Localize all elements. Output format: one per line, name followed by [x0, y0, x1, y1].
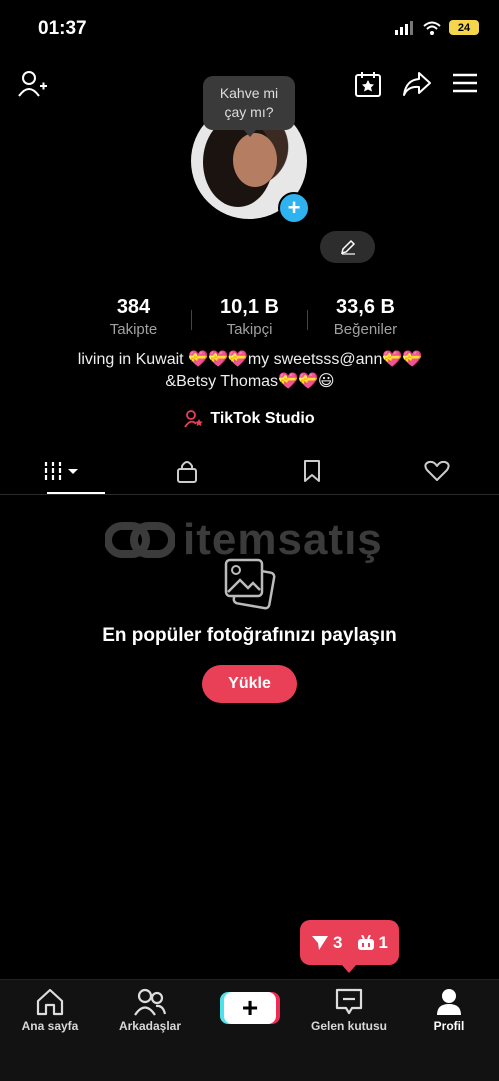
- stat-label: Beğeniler: [333, 321, 398, 338]
- stat-label: Takipçi: [226, 321, 273, 338]
- calendar-star-button[interactable]: [354, 70, 382, 98]
- add-story-button[interactable]: +: [278, 192, 310, 224]
- bot-notification: 1: [357, 933, 388, 953]
- home-icon: [36, 988, 64, 1016]
- messages-count: 3: [333, 932, 343, 952]
- profile-bio[interactable]: living in Kuwait 💝💝💝my sweetsss@ann💝💝 &B…: [30, 349, 470, 393]
- nav-label: Arkadaşlar: [118, 1019, 182, 1033]
- send-icon: [312, 935, 329, 950]
- tooltip-line1: Kahve mi: [219, 85, 279, 101]
- avatar-face: [233, 133, 277, 187]
- grid-dropdown-icon: [44, 462, 79, 480]
- studio-label: TikTok Studio: [210, 410, 315, 427]
- calendar-star-icon: [355, 72, 381, 97]
- bio-line2: &Betsy Thomas💝💝😃: [165, 373, 335, 390]
- tab-liked[interactable]: [374, 448, 499, 494]
- bio-line1: living in Kuwait 💝💝💝my sweetsss@ann💝💝: [77, 351, 423, 368]
- profile-tooltip[interactable]: Kahve mi çay mı?: [203, 76, 295, 137]
- status-icons: 24: [395, 20, 479, 35]
- tiktok-studio-link[interactable]: TikTok Studio: [0, 410, 499, 428]
- stat-followers[interactable]: 10,1 B Takipçi: [192, 296, 307, 338]
- inbox-icon: [335, 988, 363, 1015]
- nav-label: Ana sayfa: [21, 1019, 79, 1033]
- hamburger-icon: [453, 73, 477, 93]
- plus-icon: +: [287, 195, 301, 220]
- inbox-notification-bubble[interactable]: 3 1: [300, 920, 399, 973]
- pencil-icon: [340, 239, 355, 255]
- bottom-nav: Ana sayfa Arkadaşlar + Gelen kutusu Prof…: [0, 979, 499, 1081]
- nav-friends[interactable]: Arkadaşlar: [100, 988, 200, 1033]
- profile-icon: [437, 989, 461, 1015]
- share-icon: [403, 72, 431, 96]
- signal-icon: [395, 20, 413, 35]
- tabs-divider: [0, 494, 499, 495]
- stat-value: 10,1 B: [220, 296, 279, 318]
- battery-indicator: 24: [449, 20, 479, 35]
- watermark-logo-icon: [105, 522, 175, 558]
- stat-following[interactable]: 384 Takipte: [76, 296, 191, 338]
- nav-profile[interactable]: Profil: [399, 988, 499, 1033]
- menu-button[interactable]: [452, 72, 478, 94]
- status-time: 01:37: [38, 18, 87, 39]
- share-button[interactable]: [402, 70, 432, 98]
- robot-icon: [357, 934, 374, 950]
- tab-saved[interactable]: [250, 448, 375, 494]
- user-star-icon: [184, 410, 204, 428]
- profile-stats: 384 Takipte 10,1 B Takipçi 33,6 B Beğeni…: [0, 296, 499, 338]
- lock-icon: [177, 461, 198, 483]
- bot-count: 1: [378, 932, 388, 952]
- stat-label: Takipte: [109, 321, 158, 338]
- add-friend-button[interactable]: [18, 70, 48, 98]
- photo-placeholder: [222, 556, 278, 610]
- nav-inbox[interactable]: Gelen kutusu: [299, 988, 399, 1033]
- create-icon: +: [241, 992, 259, 1023]
- tab-private[interactable]: [125, 448, 250, 494]
- photos-icon: [224, 558, 276, 610]
- nav-home[interactable]: Ana sayfa: [0, 988, 100, 1033]
- edit-profile-button[interactable]: [320, 231, 375, 263]
- messages-notification: 3: [311, 932, 343, 953]
- create-button[interactable]: +: [224, 992, 276, 1024]
- username-masked: [190, 238, 310, 268]
- upload-button[interactable]: Yükle: [202, 665, 297, 703]
- nav-label: Profil: [433, 1019, 465, 1033]
- nav-label: Gelen kutusu: [310, 1019, 387, 1033]
- stat-value: 384: [116, 296, 151, 318]
- stat-likes[interactable]: 33,6 B Beğeniler: [308, 296, 423, 338]
- friends-icon: [134, 988, 166, 1016]
- tab-videos[interactable]: [0, 448, 125, 494]
- content-tabs: [0, 448, 499, 494]
- stat-value: 33,6 B: [336, 296, 395, 318]
- watermark-text: itemsatış: [183, 515, 383, 564]
- wifi-icon: [423, 21, 441, 35]
- add-user-icon: [18, 71, 47, 97]
- tooltip-line2: çay mı?: [224, 104, 274, 120]
- empty-state-title: En popüler fotoğrafınızı paylaşın: [102, 625, 397, 646]
- bookmark-icon: [303, 460, 320, 482]
- heart-icon: [424, 460, 450, 481]
